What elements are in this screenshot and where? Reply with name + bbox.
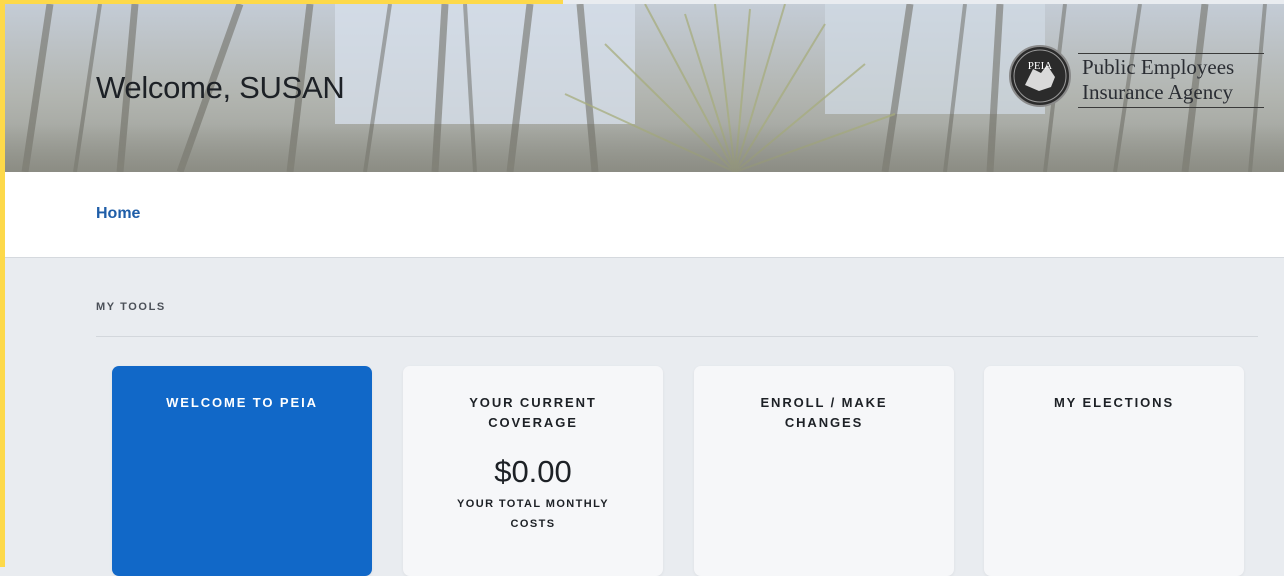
- monthly-cost-label: YOUR TOTAL MONTHLY COSTS: [457, 498, 609, 530]
- card-title: ENROLL / MAKE CHANGES: [760, 395, 888, 430]
- accent-border-left: [0, 0, 5, 567]
- section-divider: [96, 336, 1258, 337]
- welcome-heading: Welcome, SUSAN: [96, 70, 345, 105]
- main-nav: Home: [5, 172, 1284, 258]
- card-title: WELCOME TO PEIA: [166, 395, 318, 410]
- card-enroll-make-changes[interactable]: ENROLL / MAKE CHANGES: [694, 366, 954, 576]
- logo-wordmark: Public Employees Insurance Agency: [1078, 53, 1264, 108]
- svg-text:PEIA: PEIA: [1028, 60, 1053, 72]
- card-title: MY ELECTIONS: [1053, 395, 1175, 410]
- nav-home-link[interactable]: Home: [96, 205, 140, 223]
- card-my-elections[interactable]: MY ELECTIONS: [984, 366, 1244, 576]
- logo-line-1: Public Employees: [1082, 55, 1235, 79]
- card-welcome-to-peia[interactable]: WELCOME TO PEIA: [112, 366, 372, 576]
- peia-logo[interactable]: PEIA Public Employees Insurance Agency: [1009, 45, 1269, 109]
- monthly-cost-amount: $0.00: [494, 454, 572, 489]
- logo-line-2: Insurance Agency: [1082, 80, 1234, 104]
- accent-border-top: [0, 0, 563, 4]
- card-title: YOUR CURRENT COVERAGE: [469, 395, 597, 430]
- peia-seal-icon: PEIA: [1009, 45, 1071, 107]
- card-current-coverage[interactable]: YOUR CURRENT COVERAGE $0.00 YOUR TOTAL M…: [403, 366, 663, 576]
- section-label-my-tools: MY TOOLS: [96, 301, 166, 313]
- header-banner: Welcome, SUSAN PEIA Public Employees Ins…: [5, 4, 1284, 172]
